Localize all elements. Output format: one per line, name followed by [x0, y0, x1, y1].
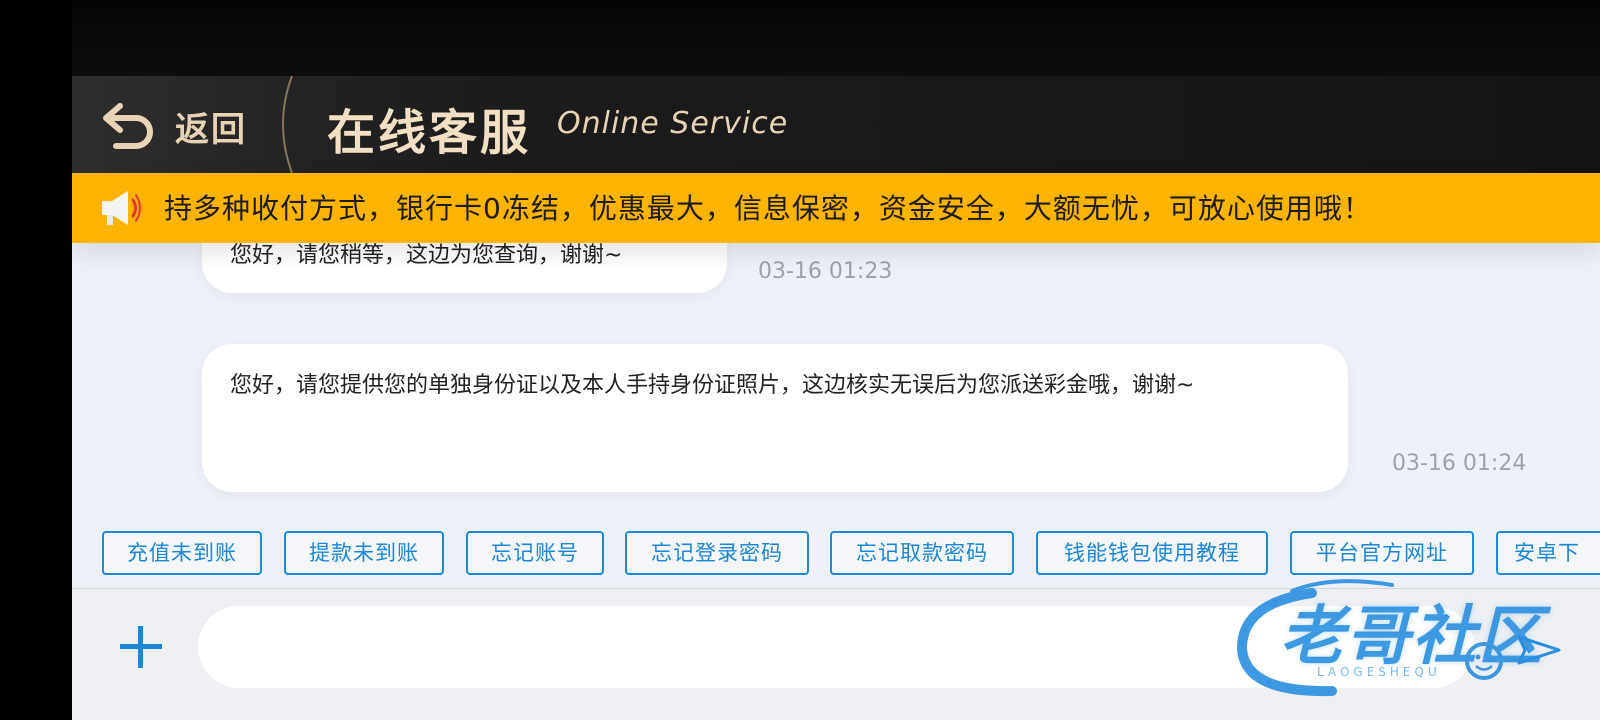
quick-reply-wallet-tutorial[interactable]: 钱能钱包使用教程 [1036, 531, 1268, 575]
notice-marquee: 持多种收付方式，银行卡0冻结，优惠最大，信息保密，资金安全，大额无忧，可放心使用… [164, 192, 1372, 225]
plus-icon[interactable] [118, 624, 164, 670]
quick-reply-forgot-account[interactable]: 忘记账号 [466, 531, 604, 575]
quick-reply-withdrawal-not-received[interactable]: 提款未到账 [284, 531, 444, 575]
back-label: 返回 [175, 110, 247, 150]
header: 返回 在线客服 Online Service [72, 76, 1600, 173]
quick-reply-android-download[interactable]: 安卓下 [1496, 531, 1600, 575]
back-arrow-icon [103, 103, 153, 149]
left-letterbox [0, 0, 72, 720]
watermark-logo: 老哥社区 LAOGESHEQU [1222, 573, 1562, 713]
quick-reply-official-site[interactable]: 平台官方网址 [1290, 531, 1474, 575]
status-area [0, 0, 1600, 76]
page-subtitle: Online Service [557, 106, 789, 141]
watermark-text: 老哥社区 [1280, 600, 1544, 674]
quick-reply-forgot-withdrawal-password[interactable]: 忘记取款密码 [830, 531, 1014, 575]
megaphone-icon [102, 191, 141, 225]
back-button[interactable]: 返回 [72, 76, 292, 173]
watermark-subtext: LAOGESHEQU [1317, 665, 1441, 679]
quick-reply-recharge-not-received[interactable]: 充值未到账 [102, 531, 262, 575]
page-title: 在线客服 [327, 105, 532, 161]
customer-service-app: 返回 在线客服 Online Service 持多种收付方式，银行卡0冻结，优惠… [72, 76, 1600, 720]
message-timestamp: 03-16 01:23 [758, 259, 893, 284]
header-divider [282, 76, 293, 173]
quick-reply-forgot-login-password[interactable]: 忘记登录密码 [625, 531, 809, 575]
message-timestamp: 03-16 01:24 [1392, 451, 1527, 476]
notice-banner: 持多种收付方式，银行卡0冻结，优惠最大，信息保密，资金安全，大额无忧，可放心使用… [72, 173, 1600, 243]
message-bubble: 您好，请您提供您的单独身份证以及本人手持身份证照片，这边核实无误后为您派送彩金哦… [202, 344, 1348, 492]
